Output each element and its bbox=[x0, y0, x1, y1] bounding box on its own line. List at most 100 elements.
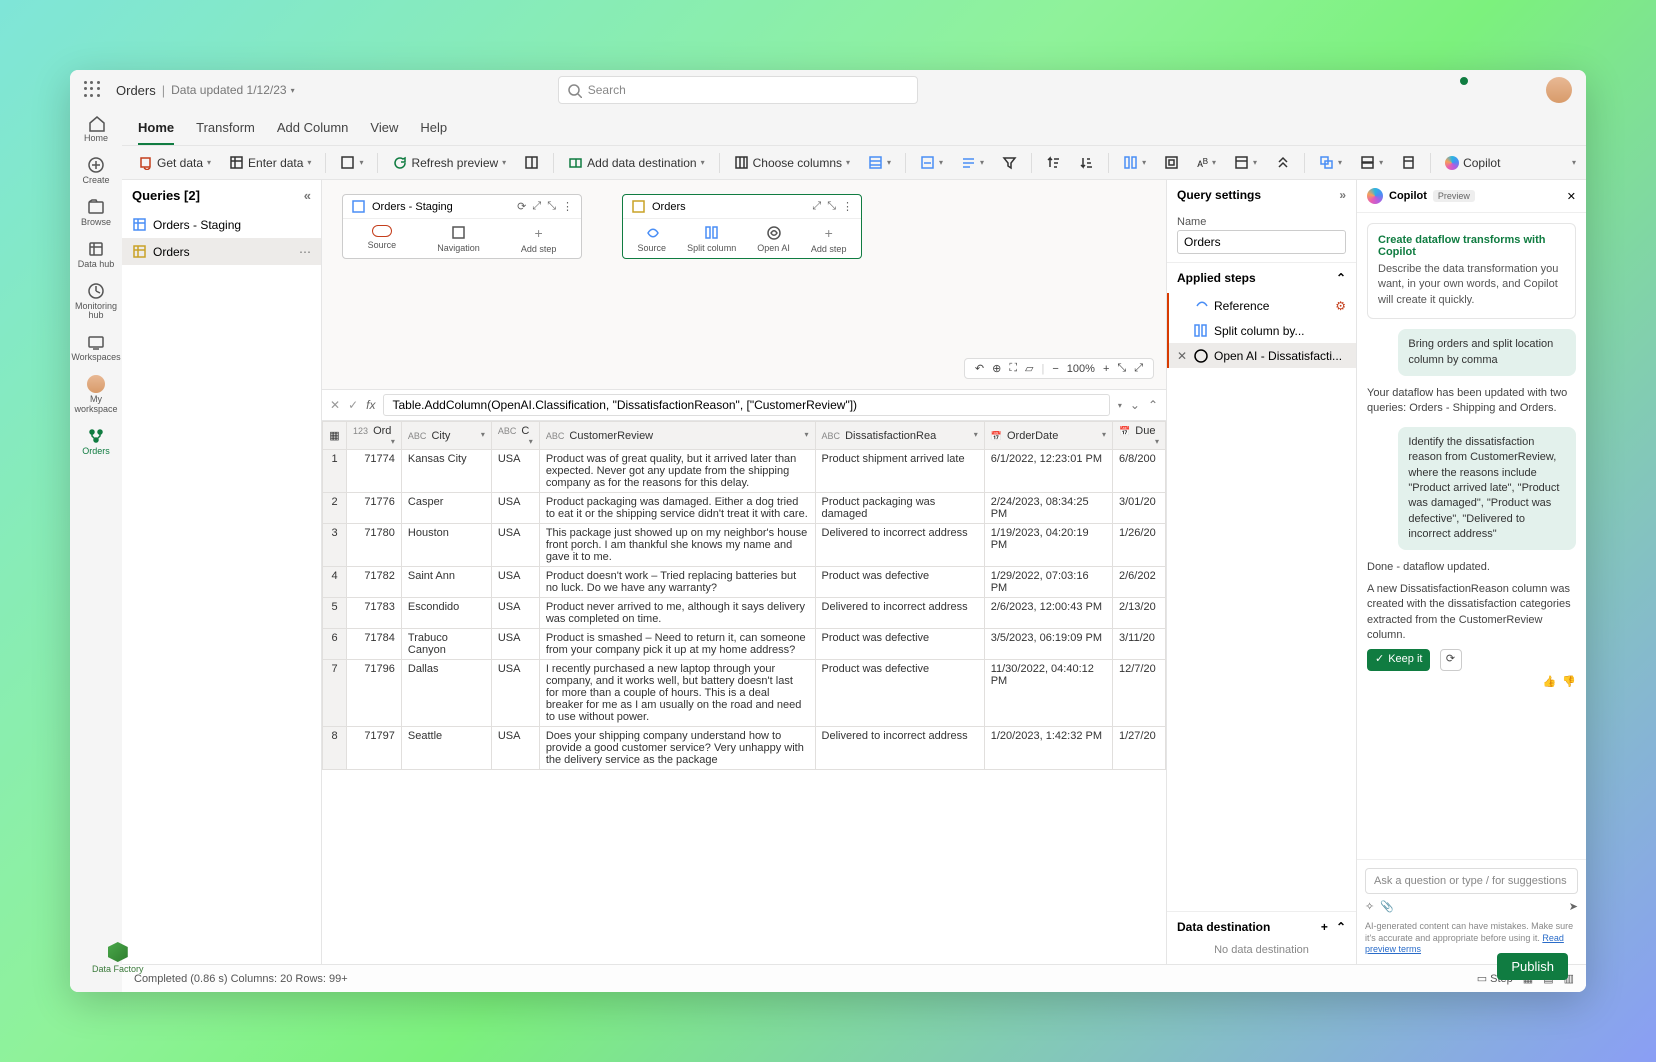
data-factory-badge[interactable]: Data Factory bbox=[92, 942, 144, 974]
nav-workspaces[interactable]: Workspaces bbox=[71, 333, 120, 363]
sort-desc-button[interactable] bbox=[1073, 152, 1100, 173]
send-icon[interactable]: ➤ bbox=[1569, 900, 1578, 913]
more-icon[interactable]: ⋮ bbox=[562, 200, 573, 213]
query-name-input[interactable] bbox=[1177, 230, 1346, 254]
nav-orders[interactable]: Orders bbox=[82, 427, 110, 457]
column-header[interactable]: ABC CustomerReview ▾ bbox=[539, 422, 815, 450]
collapse-icon[interactable]: « bbox=[304, 188, 311, 203]
tab-add-column[interactable]: Add Column bbox=[277, 114, 349, 145]
step-open-ai[interactable]: ✕Open AI - Dissatisfacti... bbox=[1167, 343, 1356, 368]
link-icon[interactable]: ⤢ bbox=[532, 200, 541, 213]
table-row[interactable]: 471782Saint AnnUSAProduct doesn't work –… bbox=[323, 567, 1166, 598]
notifications-icon[interactable] bbox=[1444, 80, 1464, 100]
help-icon[interactable] bbox=[1512, 80, 1532, 100]
expand-icon[interactable]: ⛶ bbox=[1009, 362, 1017, 375]
chevron-down-icon[interactable]: ▾ bbox=[291, 86, 295, 95]
thumbs-up-icon[interactable]: 👍 bbox=[1543, 675, 1557, 690]
publish-button[interactable]: Publish bbox=[1497, 953, 1568, 980]
undo-icon[interactable]: ↶ bbox=[975, 362, 984, 375]
settings-icon[interactable] bbox=[1478, 80, 1498, 100]
choose-columns-button[interactable]: Choose columns▾ bbox=[728, 152, 856, 173]
table-row[interactable]: 371780HoustonUSAThis package just showed… bbox=[323, 524, 1166, 567]
data-type-button[interactable]: ▾ bbox=[1228, 152, 1263, 173]
node-orders-staging[interactable]: Orders - Staging⟳⤢⤡⋮ Source Navigation +… bbox=[342, 194, 582, 259]
merge-queries-button[interactable]: ▾ bbox=[1313, 152, 1348, 173]
chevron-up-icon[interactable]: ⌃ bbox=[1336, 920, 1346, 934]
column-header[interactable]: ABC City ▾ bbox=[401, 422, 491, 450]
attach-icon[interactable]: 📎 bbox=[1380, 901, 1394, 913]
fullscreen-icon[interactable]: ⤢ bbox=[1134, 362, 1143, 375]
keep-it-button[interactable]: ✓ Keep it bbox=[1367, 649, 1430, 670]
group-by-button[interactable] bbox=[1158, 152, 1185, 173]
app-launcher-icon[interactable] bbox=[84, 81, 102, 99]
copilot-input[interactable]: Ask a question or type / for suggestions bbox=[1365, 868, 1578, 894]
nav-monitoring[interactable]: Monitoring hub bbox=[70, 282, 122, 322]
tab-help[interactable]: Help bbox=[420, 114, 447, 145]
step-forward-icon[interactable]: ⌃ bbox=[1148, 398, 1158, 412]
link-icon[interactable]: ⤢ bbox=[812, 200, 821, 213]
remove-rows-button[interactable]: ▾ bbox=[914, 152, 949, 173]
options-button[interactable]: ▾ bbox=[334, 152, 369, 173]
map-icon[interactable]: ▱ bbox=[1025, 362, 1033, 375]
column-header[interactable]: ABC DissatisfactionRea ▾ bbox=[815, 422, 984, 450]
tab-transform[interactable]: Transform bbox=[196, 114, 255, 145]
table-row[interactable]: 671784Trabuco CanyonUSAProduct is smashe… bbox=[323, 629, 1166, 660]
table-row[interactable]: 771796DallasUSAI recently purchased a ne… bbox=[323, 660, 1166, 727]
step-back-icon[interactable]: ⌄ bbox=[1130, 398, 1140, 412]
collapse-icon[interactable]: » bbox=[1339, 188, 1346, 202]
nav-home[interactable]: Home bbox=[84, 114, 108, 144]
chevron-down-icon[interactable]: ▾ bbox=[1118, 401, 1122, 410]
formula-input[interactable] bbox=[383, 394, 1109, 416]
more-icon[interactable]: ⋮ bbox=[842, 200, 853, 213]
keep-rows-button[interactable]: ▾ bbox=[862, 152, 897, 173]
zoom-in-icon[interactable]: + bbox=[1103, 363, 1109, 375]
gear-icon[interactable]: ⚙ bbox=[1335, 299, 1346, 313]
chevron-up-icon[interactable]: ⌃ bbox=[1336, 271, 1346, 285]
step-split-column[interactable]: Split column by... bbox=[1167, 318, 1356, 343]
node-orders[interactable]: Orders⤢⤡⋮ Source Split column Open AI +A… bbox=[622, 194, 862, 259]
refresh-preview-button[interactable]: Refresh preview▾ bbox=[386, 152, 512, 173]
column-header[interactable]: 📅 Due ▾ bbox=[1112, 422, 1165, 450]
sparkle-icon[interactable]: ✧ bbox=[1365, 901, 1374, 913]
zoom-controls[interactable]: ↶ ⊕ ⛶ ▱ | − 100% + ⤡ ⤢ bbox=[964, 358, 1154, 379]
refresh-icon[interactable]: ⟳ bbox=[517, 200, 526, 213]
split-column-button[interactable]: ▾ bbox=[1117, 152, 1152, 173]
table-row[interactable]: 271776CasperUSAProduct packaging was dam… bbox=[323, 493, 1166, 524]
more-icon[interactable]: ⋯ bbox=[299, 245, 311, 259]
reduce-rows-button[interactable]: ▾ bbox=[955, 152, 990, 173]
append-queries-button[interactable]: ▾ bbox=[1354, 152, 1389, 173]
regenerate-button[interactable]: ⟳ bbox=[1440, 649, 1462, 671]
table-row[interactable]: 171774Kansas CityUSAProduct was of great… bbox=[323, 450, 1166, 493]
thumbs-down-icon[interactable]: 👎 bbox=[1562, 675, 1576, 690]
column-header[interactable]: ABC C ▾ bbox=[491, 422, 539, 450]
manage-button[interactable] bbox=[518, 152, 545, 173]
zoom-out-icon[interactable]: − bbox=[1052, 363, 1058, 375]
column-header[interactable]: ▦ bbox=[323, 422, 347, 450]
collapse-icon[interactable]: ⤡ bbox=[1117, 362, 1126, 375]
nav-create[interactable]: Create bbox=[82, 156, 109, 186]
delete-step-icon[interactable]: ✕ bbox=[1177, 349, 1187, 363]
close-icon[interactable]: ✕ bbox=[1567, 190, 1576, 203]
search-input[interactable]: Search bbox=[558, 76, 918, 104]
table-row[interactable]: 871797SeattleUSADoes your shipping compa… bbox=[323, 727, 1166, 770]
nav-datahub[interactable]: Data hub bbox=[78, 240, 115, 270]
nav-my-workspace[interactable]: My workspace bbox=[70, 375, 122, 415]
collapse-icon[interactable]: ⤡ bbox=[547, 200, 556, 213]
collapse-icon[interactable]: ⤡ bbox=[827, 200, 836, 213]
user-avatar[interactable] bbox=[1546, 77, 1572, 103]
filter-button[interactable] bbox=[996, 152, 1023, 173]
query-item-orders[interactable]: Orders⋯ bbox=[122, 238, 321, 265]
diagram-canvas[interactable]: Orders - Staging⟳⤢⤡⋮ Source Navigation +… bbox=[322, 180, 1166, 390]
tab-view[interactable]: View bbox=[370, 114, 398, 145]
add-destination-icon[interactable]: + bbox=[1321, 920, 1328, 934]
column-header[interactable]: 123 Ord ▾ bbox=[347, 422, 402, 450]
replace-values-button[interactable]: ᴀᴮ▾ bbox=[1191, 153, 1222, 173]
combine-files-button[interactable] bbox=[1395, 152, 1422, 173]
table-row[interactable]: 571783EscondidoUSAProduct never arrived … bbox=[323, 598, 1166, 629]
data-grid[interactable]: ▦123 Ord ▾ABC City ▾ABC C ▾ABC CustomerR… bbox=[322, 421, 1166, 964]
accept-fx-icon[interactable]: ✓ bbox=[348, 398, 358, 412]
use-first-row-button[interactable] bbox=[1269, 152, 1296, 173]
nav-browse[interactable]: Browse bbox=[81, 198, 111, 228]
get-data-button[interactable]: Get data▾ bbox=[132, 152, 217, 173]
fit-icon[interactable]: ⊕ bbox=[992, 362, 1001, 375]
